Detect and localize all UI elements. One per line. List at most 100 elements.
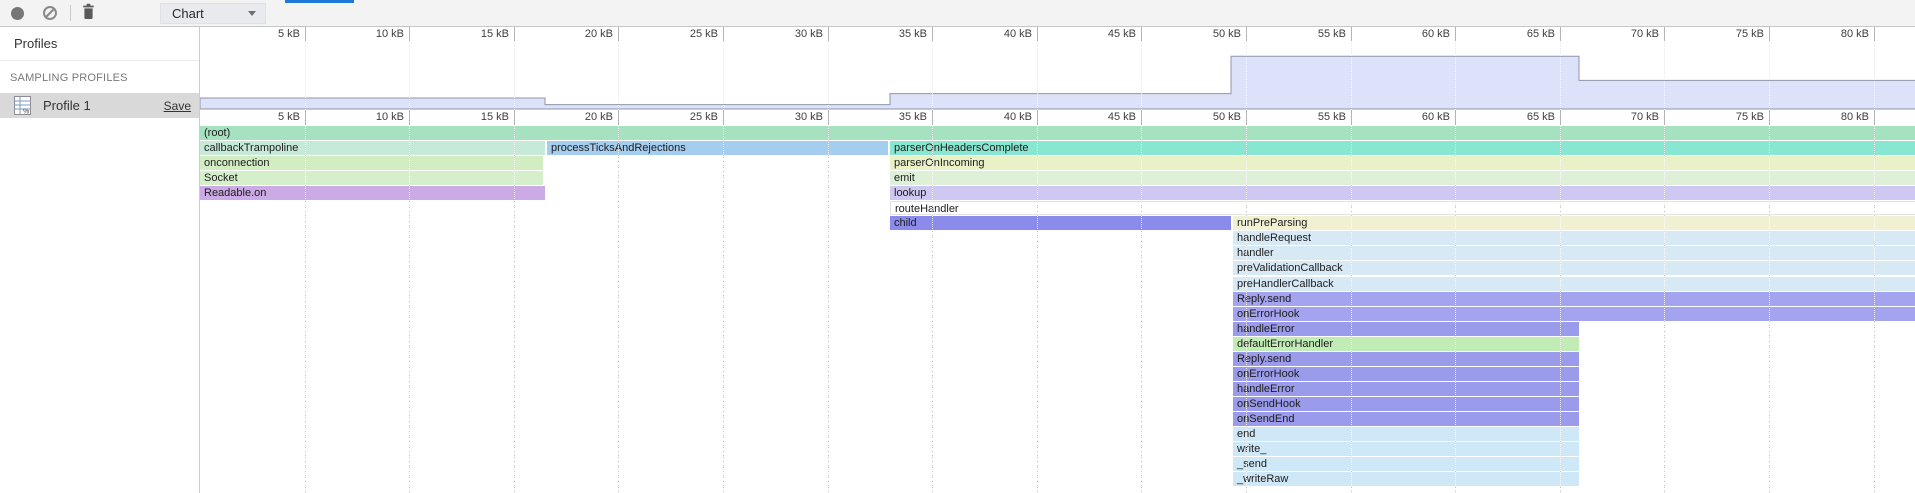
profile-name: Profile 1 — [43, 98, 164, 113]
flame-frame[interactable]: onSendHook — [1233, 397, 1579, 411]
profiles-sidebar: Profiles SAMPLING PROFILES % Profile 1 S… — [0, 27, 200, 493]
view-mode-value: Chart — [172, 6, 204, 21]
flame-frame[interactable]: Readable.on — [200, 186, 545, 200]
flame-frame[interactable]: onSendEnd — [1233, 412, 1579, 426]
ruler-2-tick-mark — [932, 110, 933, 125]
ruler-1-tick-label: 50 kB — [1165, 28, 1241, 41]
flame-frame[interactable]: child — [890, 216, 1231, 230]
ruler-2-tick-label: 45 kB — [1060, 111, 1136, 124]
overview-gridline-overlay — [305, 41, 306, 110]
flame-frame[interactable]: onconnection — [200, 156, 543, 170]
ruler-2-tick-mark — [1874, 110, 1875, 125]
trash-icon[interactable] — [81, 3, 96, 25]
overview-gridline-overlay — [1769, 41, 1770, 110]
flame-frame[interactable]: runPreParsing — [1233, 216, 1915, 230]
sidebar-title: Profiles — [0, 27, 199, 51]
flame-frame[interactable]: Reply.send — [1233, 292, 1915, 306]
flame-frame[interactable]: Socket — [200, 171, 543, 185]
flame-gridline-overlay — [1351, 125, 1352, 493]
ruler-2-tick-label: 10 kB — [328, 111, 404, 124]
ruler-2-tick-mark — [1769, 110, 1770, 125]
overview-gridline-overlay — [409, 41, 410, 110]
ruler-1-tick-mark — [1874, 27, 1875, 41]
ruler-2-tick-label: 25 kB — [642, 111, 718, 124]
flame-frame[interactable]: parserOnIncoming — [890, 156, 1915, 170]
flame-frame[interactable]: Reply.send — [1233, 352, 1579, 366]
active-tab-indicator — [285, 0, 354, 3]
ruler-2-tick-mark — [1141, 110, 1142, 125]
ruler-1-tick-label: 20 kB — [537, 28, 613, 41]
ruler-1-tick-label: 75 kB — [1688, 28, 1764, 41]
flame-gridline-overlay — [1141, 125, 1142, 493]
overview-gridline-overlay — [932, 41, 933, 110]
ruler-1-tick-mark — [1560, 27, 1561, 41]
flame-frame[interactable]: end — [1233, 427, 1579, 441]
flame-frame[interactable]: handleError — [1233, 322, 1579, 336]
flame-gridline-overlay — [828, 125, 829, 493]
overview-gridline-overlay — [514, 41, 515, 110]
flame-frame[interactable]: (root) — [200, 126, 1915, 140]
overview-gridline-overlay — [1560, 41, 1561, 110]
flame-frame[interactable]: preValidationCallback — [1233, 261, 1915, 275]
flame-frame[interactable]: processTicksAndRejections — [547, 141, 888, 155]
flame-chart-panel[interactable]: 5 kB5 kB10 kB10 kB15 kB15 kB20 kB20 kB25… — [200, 27, 1915, 493]
ruler-1-tick-mark — [932, 27, 933, 41]
ruler-1-tick-label: 10 kB — [328, 28, 404, 41]
overview-gridline-overlay — [1874, 41, 1875, 110]
clear-profiles-icon[interactable] — [43, 6, 57, 20]
flame-frame[interactable]: write_ — [1233, 442, 1579, 456]
flame-frame[interactable]: emit — [890, 171, 1915, 185]
flame-frame[interactable]: callbackTrampoline — [200, 141, 545, 155]
ruler-1-tick-mark — [1664, 27, 1665, 41]
chevron-down-icon — [248, 11, 256, 16]
flame-gridline-overlay — [1037, 125, 1038, 493]
ruler-1-tick-label: 30 kB — [747, 28, 823, 41]
ruler-2-tick-label: 65 kB — [1479, 111, 1555, 124]
ruler-2-tick-mark — [1351, 110, 1352, 125]
flame-frame[interactable]: parserOnHeadersComplete — [890, 141, 1915, 155]
ruler-2-tick-label: 75 kB — [1688, 111, 1764, 124]
ruler-2-tick-label: 5 kB — [224, 111, 300, 124]
flame-gridline-overlay — [618, 125, 619, 493]
flame-frame[interactable]: onErrorHook — [1233, 367, 1579, 381]
ruler-1-tick-label: 15 kB — [433, 28, 509, 41]
ruler-2-tick-label: 80 kB — [1793, 111, 1869, 124]
overview-graph[interactable] — [200, 41, 1915, 110]
flame-gridline-overlay — [932, 125, 933, 493]
svg-text:%: % — [23, 109, 29, 116]
flame-frame[interactable]: handler — [1233, 246, 1915, 260]
toolbar: Chart — [0, 0, 1915, 27]
profile-icon: % — [12, 95, 33, 116]
record-icon[interactable] — [11, 7, 24, 20]
flame-gridline-overlay — [305, 125, 306, 493]
save-profile-link[interactable]: Save — [164, 99, 191, 113]
ruler-2-tick-label: 70 kB — [1583, 111, 1659, 124]
flame-frame[interactable]: routeHandler — [890, 201, 1915, 215]
ruler-1-tick-label: 80 kB — [1793, 28, 1869, 41]
ruler-1-tick-label: 55 kB — [1270, 28, 1346, 41]
ruler-1-tick-label: 5 kB — [224, 28, 300, 41]
ruler-1-tick-label: 65 kB — [1479, 28, 1555, 41]
ruler-2-tick-mark — [409, 110, 410, 125]
ruler-2-tick-mark — [1455, 110, 1456, 125]
flame-frame[interactable]: _send — [1233, 457, 1579, 471]
flame-frame[interactable]: preHandlerCallback — [1233, 277, 1915, 291]
ruler-2-tick-label: 35 kB — [851, 111, 927, 124]
flame-frame[interactable]: _writeRaw — [1233, 472, 1579, 486]
ruler-1-tick-mark — [828, 27, 829, 41]
flame-frame[interactable]: handleError — [1233, 382, 1579, 396]
flame-gridline-overlay — [409, 125, 410, 493]
view-mode-select[interactable]: Chart — [160, 3, 266, 24]
ruler-2-tick-label: 50 kB — [1165, 111, 1241, 124]
ruler-2-tick-mark — [618, 110, 619, 125]
flame-frame[interactable]: onErrorHook — [1233, 307, 1915, 321]
ruler-2-tick-mark — [723, 110, 724, 125]
flame-frame[interactable]: lookup — [890, 186, 1915, 200]
overview-gridline-overlay — [1246, 41, 1247, 110]
overview-gridline-overlay — [1141, 41, 1142, 110]
ruler-1-tick-mark — [409, 27, 410, 41]
sidebar-item-profile-1[interactable]: % Profile 1 Save — [0, 93, 199, 118]
flame-frame[interactable]: defaultErrorHandler — [1233, 337, 1579, 351]
ruler-1-tick-label: 60 kB — [1374, 28, 1450, 41]
flame-frame[interactable]: handleRequest — [1233, 231, 1915, 245]
